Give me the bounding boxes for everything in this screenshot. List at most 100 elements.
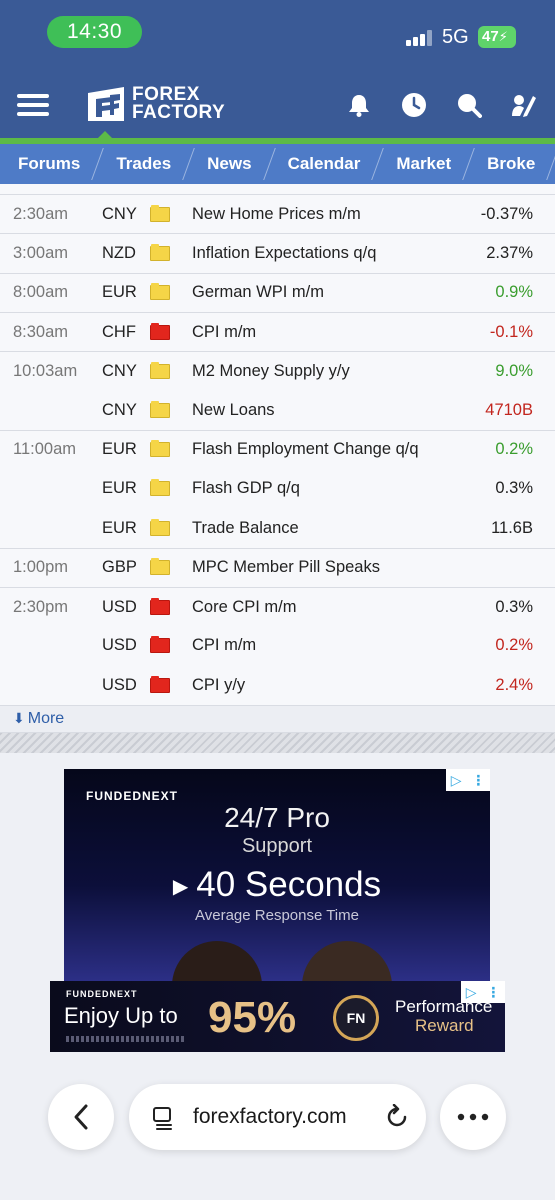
battery-level: 47 <box>482 28 499 45</box>
more-link[interactable]: ⬇ More <box>0 704 555 733</box>
impact-cell <box>150 518 192 536</box>
tab-calendar[interactable]: Calendar <box>270 144 379 184</box>
impact-red-icon[interactable] <box>150 322 170 340</box>
event-currency: CNY <box>102 361 137 380</box>
play-icon: ▶ <box>172 876 189 899</box>
event-title[interactable]: CPI y/y <box>192 676 448 695</box>
event-title[interactable]: CPI m/m <box>192 323 448 342</box>
more-options-button[interactable] <box>440 1084 506 1150</box>
banner-percent: 95% <box>208 993 297 1042</box>
ad-person-image <box>172 941 262 981</box>
event-time: 1:00pm <box>13 558 69 577</box>
event-title[interactable]: CPI m/m <box>192 636 448 655</box>
banner-ad-choices[interactable]: ▷ ⋮ <box>461 981 505 1003</box>
user-edit-icon[interactable] <box>507 90 541 120</box>
impact-yellow-icon[interactable] <box>150 283 170 301</box>
calendar-row[interactable]: 8:00am EUR German WPI m/m 0.9% <box>0 272 555 312</box>
nav-bar: FOREX FACTORY <box>0 70 555 138</box>
logo-line-2: FACTORY <box>132 102 226 123</box>
impact-red-icon[interactable] <box>150 636 170 654</box>
impact-yellow-icon[interactable] <box>150 204 170 222</box>
calendar-row[interactable]: 8:30am CHF CPI m/m -0.1% <box>0 311 555 351</box>
calendar-row[interactable]: CNY New Loans 4710B <box>0 390 555 429</box>
event-time: 10:03am <box>13 361 78 380</box>
event-time: 3:00am <box>13 243 69 262</box>
impact-cell <box>150 479 192 497</box>
event-actual: 2.37% <box>486 243 533 262</box>
event-title[interactable]: Flash Employment Change q/q <box>192 440 448 459</box>
calendar-row[interactable]: EUR Flash GDP q/q 0.3% <box>0 469 555 508</box>
impact-red-icon[interactable] <box>150 597 170 615</box>
ad-highlight: ▶ 40 Seconds <box>64 865 490 905</box>
event-actual: 11.6B <box>491 518 533 537</box>
event-title[interactable]: New Loans <box>192 401 448 420</box>
impact-yellow-icon[interactable] <box>150 243 170 261</box>
forex-factory-logo[interactable]: FOREX FACTORY <box>84 84 225 124</box>
event-title[interactable]: Core CPI m/m <box>192 598 448 617</box>
impact-cell <box>150 636 192 654</box>
calendar-row[interactable]: 2:30pm USD Core CPI m/m 0.3% <box>0 586 555 626</box>
event-title[interactable]: MPC Member Pill Speaks <box>192 558 448 577</box>
impact-cell <box>150 204 192 222</box>
ad-banner-main[interactable]: FUNDEDNEXT 24/7 Pro Support ▶ 40 Seconds … <box>64 769 490 981</box>
impact-yellow-icon[interactable] <box>150 440 170 458</box>
event-currency: USD <box>102 636 137 655</box>
impact-yellow-icon[interactable] <box>150 400 170 418</box>
battery-icon: 47⚡ <box>478 26 516 48</box>
event-title[interactable]: Trade Balance <box>192 519 448 538</box>
impact-yellow-icon[interactable] <box>150 361 170 379</box>
impact-cell <box>150 440 192 458</box>
tab-news[interactable]: News <box>189 144 269 184</box>
ad-options-icon: ⋮ <box>486 983 501 1000</box>
ad-options-icon: ⋮ <box>471 771 486 788</box>
event-currency: EUR <box>102 479 137 498</box>
impact-yellow-icon[interactable] <box>150 518 170 536</box>
calendar-row[interactable]: 2:30am CNY New Home Prices m/m -0.37% <box>0 194 555 233</box>
calendar-row[interactable]: USD CPI y/y 2.4% <box>0 666 555 705</box>
tab-brokers[interactable]: Broke <box>469 144 553 184</box>
impact-cell <box>150 597 192 615</box>
banner-perf-line2: Reward <box>415 1016 474 1035</box>
event-title[interactable]: M2 Money Supply y/y <box>192 362 448 381</box>
clock-icon[interactable] <box>397 90 431 120</box>
event-currency: GBP <box>102 558 137 577</box>
ad-subheadline: Support <box>241 835 313 857</box>
event-time: 11:00am <box>13 440 76 459</box>
bell-icon[interactable] <box>342 90 376 120</box>
ad-choices[interactable]: ▷ ⋮ <box>446 769 490 791</box>
event-currency: CHF <box>102 322 136 341</box>
tab-market[interactable]: Market <box>378 144 469 184</box>
menu-icon[interactable] <box>17 94 49 116</box>
ad-brand: FUNDEDNEXT <box>86 789 179 803</box>
event-actual: 0.3% <box>495 597 533 616</box>
search-icon[interactable] <box>452 90 486 120</box>
event-title[interactable]: Flash GDP q/q <box>192 479 448 498</box>
ad-person-image <box>302 941 392 981</box>
impact-yellow-icon[interactable] <box>150 558 170 576</box>
calendar-row[interactable]: 10:03am CNY M2 Money Supply y/y 9.0% <box>0 351 555 390</box>
calendar-row[interactable]: 1:00pm GBP MPC Member Pill Speaks <box>0 547 555 587</box>
calendar-row[interactable]: EUR Trade Balance 11.6B <box>0 508 555 547</box>
impact-cell <box>150 361 192 379</box>
calendar-row[interactable]: 3:00am NZD Inflation Expectations q/q 2.37% <box>0 233 555 272</box>
ad-banner-bottom[interactable]: FUNDEDNEXT Enjoy Up to 95% FN Performanc… <box>50 981 505 1052</box>
event-title[interactable]: German WPI m/m <box>192 283 448 302</box>
event-currency: USD <box>102 597 137 616</box>
calendar-row[interactable]: 11:00am EUR Flash Employment Change q/q 0.2… <box>0 429 555 469</box>
reload-icon[interactable] <box>384 1104 410 1130</box>
reader-icon <box>153 1107 172 1130</box>
impact-red-icon[interactable] <box>150 675 170 693</box>
address-bar[interactable]: forexfactory.com <box>129 1084 426 1150</box>
impact-yellow-icon[interactable] <box>150 479 170 497</box>
back-button[interactable] <box>48 1084 114 1150</box>
event-title[interactable]: Inflation Expectations q/q <box>192 244 448 263</box>
tab-forums[interactable]: Forums <box>0 144 98 184</box>
event-actual: -0.37% <box>480 204 533 223</box>
signal-icon <box>406 30 434 46</box>
calendar-row[interactable]: USD CPI m/m 0.2% <box>0 626 555 665</box>
tab-trades[interactable]: Trades <box>98 144 189 184</box>
impact-cell <box>150 400 192 418</box>
event-time: 8:00am <box>13 283 69 302</box>
network-type: 5G <box>442 26 469 48</box>
event-title[interactable]: New Home Prices m/m <box>192 205 448 224</box>
